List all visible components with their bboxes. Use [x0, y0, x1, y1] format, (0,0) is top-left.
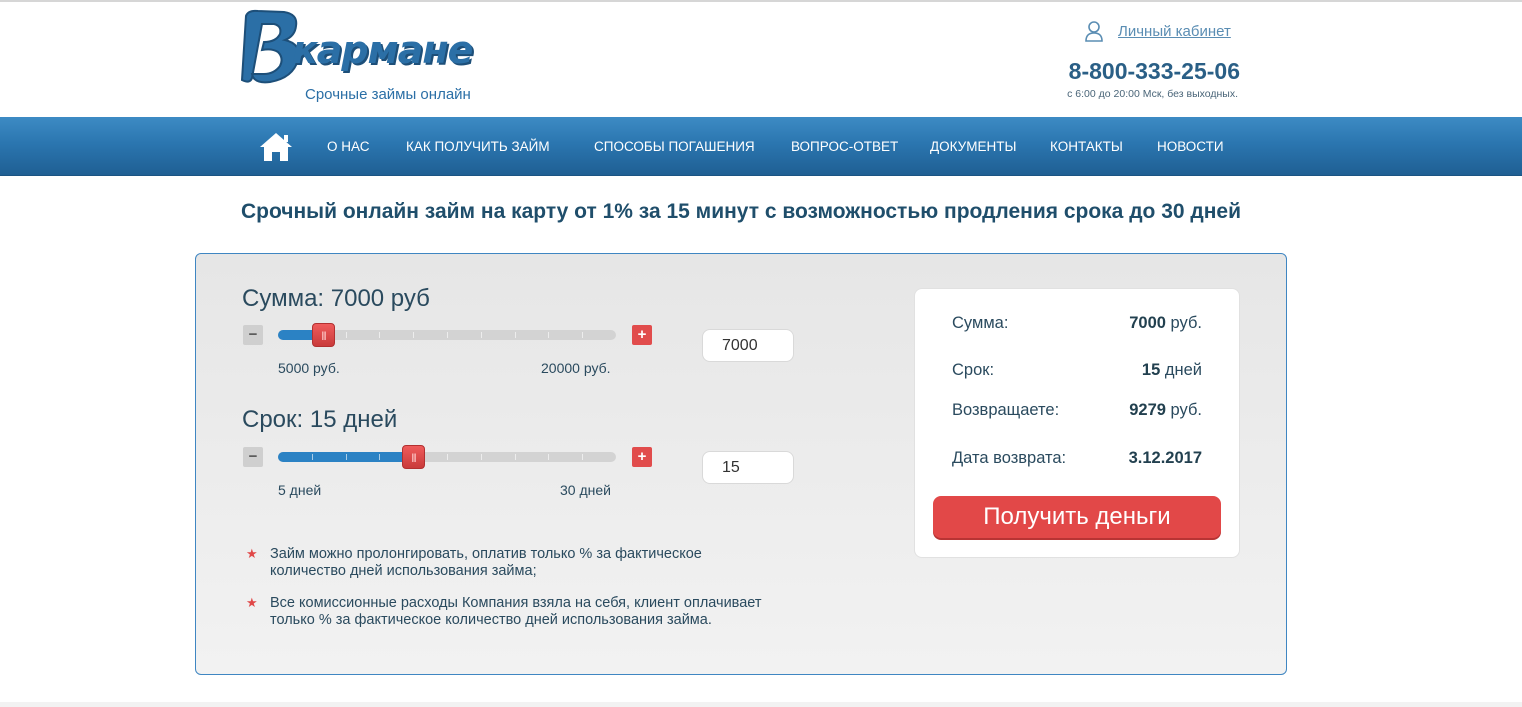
- logo-wordmark: кармане: [292, 28, 473, 72]
- slider-tick: [481, 332, 482, 338]
- slider-tick: [346, 332, 347, 338]
- nav-item-faq[interactable]: Вопрос-ответ: [791, 117, 898, 176]
- nav-item-news[interactable]: Новости: [1157, 117, 1224, 176]
- get-money-button[interactable]: Получить деньги: [933, 496, 1221, 538]
- slider-tick: [548, 454, 549, 460]
- term-slider[interactable]: |||: [278, 445, 616, 469]
- page-title: Срочный онлайн займ на карту от 1% за 15…: [240, 200, 1241, 223]
- nav-item-how-to-get[interactable]: Как получить займ: [406, 117, 550, 176]
- account-link-group[interactable]: Личный кабинет: [1084, 20, 1231, 42]
- term-min-label: 5 дней: [278, 482, 322, 498]
- summary-date-label: Дата возврата:: [952, 449, 1067, 467]
- amount-plus-button[interactable]: +: [632, 325, 652, 345]
- account-link[interactable]: Личный кабинет: [1118, 23, 1231, 40]
- amount-slider-handle[interactable]: |||: [312, 323, 335, 347]
- amount-input[interactable]: [702, 329, 794, 362]
- slider-tick: [379, 332, 380, 338]
- working-hours: с 6:00 до 20:00 Мск, без выходных.: [1067, 88, 1238, 100]
- summary-amount-value: 7000 руб.: [1129, 314, 1202, 332]
- slider-tick: [447, 332, 448, 338]
- summary-amount-label: Сумма:: [952, 314, 1009, 332]
- slider-tick: [481, 454, 482, 460]
- term-input[interactable]: [702, 451, 794, 484]
- amount-min-label: 5000 руб.: [278, 360, 340, 376]
- amount-minus-button[interactable]: −: [243, 325, 263, 345]
- slider-tick: [379, 454, 380, 460]
- term-slider-handle[interactable]: |||: [402, 445, 425, 469]
- slider-tick: [515, 332, 516, 338]
- term-max-label: 30 дней: [560, 482, 611, 498]
- slider-tick: [548, 332, 549, 338]
- home-icon[interactable]: [258, 131, 294, 163]
- slider-tick: [582, 332, 583, 338]
- slider-tick: [515, 454, 516, 460]
- nav-item-repayment[interactable]: Способы погашения: [594, 117, 755, 176]
- summary-term-label: Срок:: [952, 361, 995, 379]
- slider-tick: [582, 454, 583, 460]
- slider-tick: [413, 332, 414, 338]
- summary-repay-label: Возвращаете:: [952, 401, 1060, 419]
- star-icon: ★: [246, 546, 258, 561]
- term-minus-button[interactable]: −: [243, 447, 263, 467]
- note-text: Все комиссионные расходы Компания взяла …: [270, 595, 762, 628]
- phone-number[interactable]: 8-800-333-25-06: [1000, 58, 1240, 85]
- note-item: ★ Займ можно пролонгировать, оплатив тол…: [246, 546, 746, 579]
- slider-tick: [447, 454, 448, 460]
- main-nav: О нас Как получить займ Способы погашени…: [0, 117, 1522, 176]
- amount-title: Сумма: 7000 руб: [242, 285, 430, 312]
- site-header: кармане Срочные займы онлайн Личный каби…: [0, 2, 1522, 117]
- summary-date-value: 3.12.2017: [1128, 449, 1202, 467]
- slider-tick: [346, 454, 347, 460]
- summary-repay-value: 9279 руб.: [1129, 401, 1202, 419]
- nav-item-about[interactable]: О нас: [327, 117, 369, 176]
- nav-item-documents[interactable]: Документы: [930, 117, 1016, 176]
- term-title: Срок: 15 дней: [242, 406, 398, 433]
- nav-item-contacts[interactable]: Контакты: [1050, 117, 1123, 176]
- term-plus-button[interactable]: +: [632, 447, 652, 467]
- tagline: Срочные займы онлайн: [305, 86, 471, 103]
- footer-divider: [0, 702, 1522, 707]
- summary-term-value: 15 дней: [1141, 361, 1202, 379]
- amount-slider[interactable]: |||: [278, 323, 616, 347]
- note-text: Займ можно пролонгировать, оплатив тольк…: [270, 546, 702, 579]
- user-icon: [1085, 21, 1103, 42]
- star-icon: ★: [246, 595, 258, 610]
- note-item: ★ Все комиссионные расходы Компания взял…: [246, 595, 796, 628]
- slider-tick: [312, 454, 313, 460]
- amount-max-label: 20000 руб.: [541, 360, 611, 376]
